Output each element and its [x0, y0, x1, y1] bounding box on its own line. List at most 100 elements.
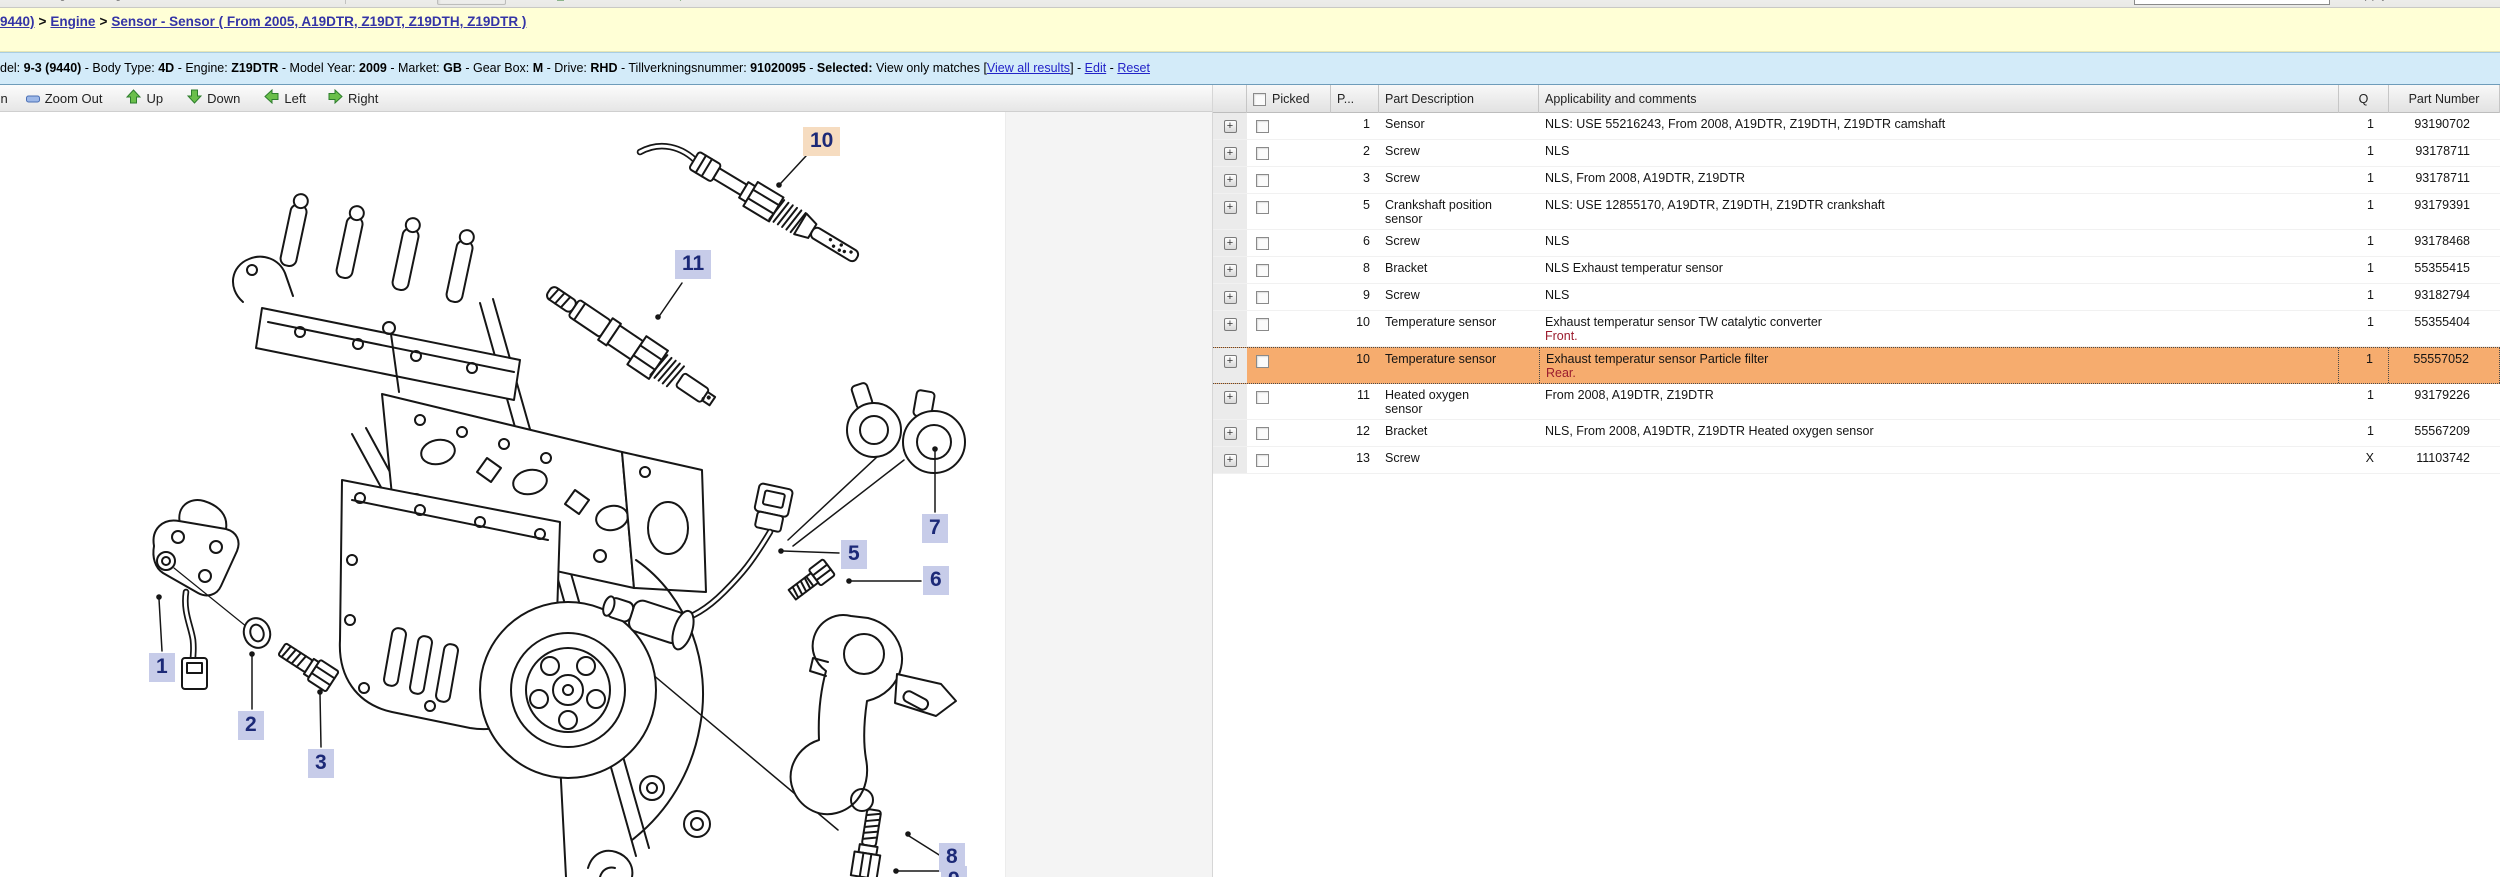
toolbar-button-previous[interactable]: Previous — [553, 0, 624, 1]
toolbar-input[interactable] — [2134, 0, 2330, 5]
diagram-canvas[interactable]: 123567891011 — [0, 112, 1005, 877]
expand-row-icon[interactable]: + — [1223, 174, 1237, 187]
button-label: Zoom Out — [44, 90, 103, 106]
quantity-cell: 1 — [2367, 288, 2374, 302]
table-row[interactable]: +8 Bracket NLS Exhaust temperatur sensor 1 5… — [1213, 257, 2500, 284]
breadcrumb-link[interactable]: 9440) — [0, 14, 35, 29]
diagram-callout-5[interactable]: 5 — [841, 540, 867, 569]
reset-button[interactable]: Reset — [2436, 0, 2470, 1]
left-button[interactable]: Left — [264, 88, 306, 107]
table-row[interactable]: +11 Heated oxygen sensor From 2008, A19DTR… — [1213, 384, 2500, 420]
expand-row-icon[interactable]: + — [1223, 291, 1237, 304]
vehicle-bar-link[interactable]: Edit — [1085, 61, 1107, 75]
column-header-applicability[interactable]: Applicability and comments — [1539, 85, 2339, 113]
toolbar-button-bookmarks[interactable]: Bookmarks — [218, 0, 302, 1]
position-cell: 13 — [1356, 451, 1370, 465]
column-header-picked[interactable]: Picked — [1247, 85, 1331, 113]
expand-row-icon[interactable]: + — [1223, 318, 1237, 331]
position-cell: 10 — [1356, 315, 1370, 329]
part-description-cell: Bracket — [1385, 424, 1428, 438]
breadcrumb-link[interactable]: Sensor - Sensor ( From 2005, A19DTR, Z19… — [111, 14, 526, 29]
expand-row-icon[interactable]: + — [1223, 391, 1237, 404]
toolbar-button-session[interactable]: Session — [360, 0, 425, 1]
vehicle-attribute-value: 2009 — [359, 61, 387, 75]
diagram-callout-11[interactable]: 11 — [675, 250, 712, 279]
table-row[interactable]: +6 Screw NLS 1 93178468 — [1213, 230, 2500, 257]
breadcrumb-link[interactable]: Engine — [50, 14, 95, 29]
part-description-cell: Temperature sensor — [1385, 315, 1497, 329]
position-cell: 2 — [1363, 144, 1370, 158]
row-checkbox[interactable] — [1256, 318, 1269, 331]
vehicle-attribute-label: del: — [0, 61, 24, 75]
up-button[interactable]: Up — [126, 89, 163, 107]
expand-row-icon[interactable]: + — [1223, 120, 1237, 133]
column-header-expand[interactable] — [1213, 85, 1247, 113]
expand-row-icon[interactable]: + — [1223, 454, 1237, 467]
applicability-cell: From 2008, A19DTR, Z19DTR — [1539, 384, 2339, 419]
expand-row-icon[interactable]: + — [1223, 147, 1237, 160]
zoom-out-button[interactable]: Zoom Out — [25, 90, 103, 106]
applicability-text: NLS: USE 12855170, A19DTR, Z19DTH, Z19DT… — [1545, 198, 1885, 212]
toolbar-button-change-catalogues[interactable]: Change Catalogues — [8, 0, 143, 1]
table-row[interactable]: +10 Temperature sensor Exhaust temperatur … — [1213, 311, 2500, 347]
table-row[interactable]: +9 Screw NLS 1 93182794 — [1213, 284, 2500, 311]
row-checkbox[interactable] — [1256, 120, 1269, 133]
row-checkbox[interactable] — [1256, 201, 1269, 214]
diagram-callout-6[interactable]: 6 — [923, 566, 949, 595]
quantity-cell: 1 — [2367, 198, 2374, 212]
row-checkbox[interactable] — [1256, 147, 1269, 160]
vehicle-filter-bar: del: 9-3 (9440) - Body Type: 4D - Engine… — [0, 52, 2500, 85]
part-2-seal — [242, 617, 272, 649]
position-cell: 6 — [1363, 234, 1370, 248]
part-number-cell: 93190702 — [2414, 117, 2470, 131]
table-row[interactable]: +12 Bracket NLS, From 2008, A19DTR, Z19DTR… — [1213, 420, 2500, 447]
part-description-cell: Screw — [1385, 451, 1420, 465]
diagram-callout-2[interactable]: 2 — [238, 711, 264, 740]
diagram-callout-7[interactable]: 7 — [922, 514, 948, 543]
table-row[interactable]: +1 Sensor NLS: USE 55216243, From 2008, A1… — [1213, 113, 2500, 140]
vehicle-bar-link[interactable]: View all results — [987, 61, 1070, 75]
toolbar-button-next[interactable]: Next — [673, 0, 720, 1]
expand-row-icon[interactable]: + — [1223, 264, 1237, 277]
expand-row-icon[interactable]: + — [1223, 355, 1237, 368]
right-button[interactable]: Right — [328, 88, 378, 107]
position-cell: 1 — [1363, 117, 1370, 131]
table-header-row: Picked P... Part Description Applicability … — [1213, 85, 2500, 113]
row-checkbox[interactable] — [1256, 454, 1269, 467]
vehicle-bar-link[interactable]: Reset — [1117, 61, 1150, 75]
column-header-description[interactable]: Part Description — [1379, 85, 1539, 113]
down-button[interactable]: Down — [186, 89, 240, 107]
column-header-position[interactable]: P... — [1331, 85, 1379, 113]
table-row[interactable]: +5 Crankshaft position sensor NLS: USE 128… — [1213, 194, 2500, 230]
zoom-in-button[interactable]: Zoom In — [0, 90, 8, 106]
row-checkbox[interactable] — [1256, 291, 1269, 304]
expand-cell: + — [1213, 311, 1247, 346]
row-checkbox[interactable] — [1256, 174, 1269, 187]
expand-row-icon[interactable]: + — [1223, 201, 1237, 214]
table-row[interactable]: +13 Screw X 11103742 — [1213, 447, 2500, 474]
diagram-callout-10[interactable]: 10 — [803, 127, 841, 156]
select-all-checkbox[interactable] — [1253, 93, 1266, 106]
table-row[interactable]: +2 Screw NLS 1 93178711 — [1213, 140, 2500, 167]
diagram-callout-3[interactable]: 3 — [308, 749, 334, 778]
row-checkbox[interactable] — [1256, 237, 1269, 250]
column-header-part_number[interactable]: Part Number — [2389, 85, 2500, 113]
diagram-callout-9[interactable]: 9 — [941, 866, 967, 877]
part-number-cell: 93179391 — [2414, 198, 2470, 212]
column-header-quantity[interactable]: Q — [2339, 85, 2389, 113]
part-description-cell: Screw — [1385, 288, 1420, 302]
table-row[interactable]: +10 Temperature sensor Exhaust temperatur … — [1213, 347, 2500, 384]
diagram-callout-1[interactable]: 1 — [149, 653, 175, 682]
vehicle-attribute-value: Z19DTR — [231, 61, 279, 75]
expand-row-icon[interactable]: + — [1223, 427, 1237, 440]
row-checkbox[interactable] — [1256, 391, 1269, 404]
picked-cell — [1247, 420, 1331, 446]
expand-row-icon[interactable]: + — [1223, 237, 1237, 250]
apply-button[interactable]: Apply — [2355, 0, 2388, 1]
row-checkbox[interactable] — [1256, 355, 1269, 368]
vehicle-attribute-label: - — [1106, 61, 1118, 75]
row-checkbox[interactable] — [1256, 427, 1269, 440]
part-number-cell: 93178711 — [2415, 144, 2470, 158]
row-checkbox[interactable] — [1256, 264, 1269, 277]
table-row[interactable]: +3 Screw NLS, From 2008, A19DTR, Z19DTR 1 93… — [1213, 167, 2500, 194]
